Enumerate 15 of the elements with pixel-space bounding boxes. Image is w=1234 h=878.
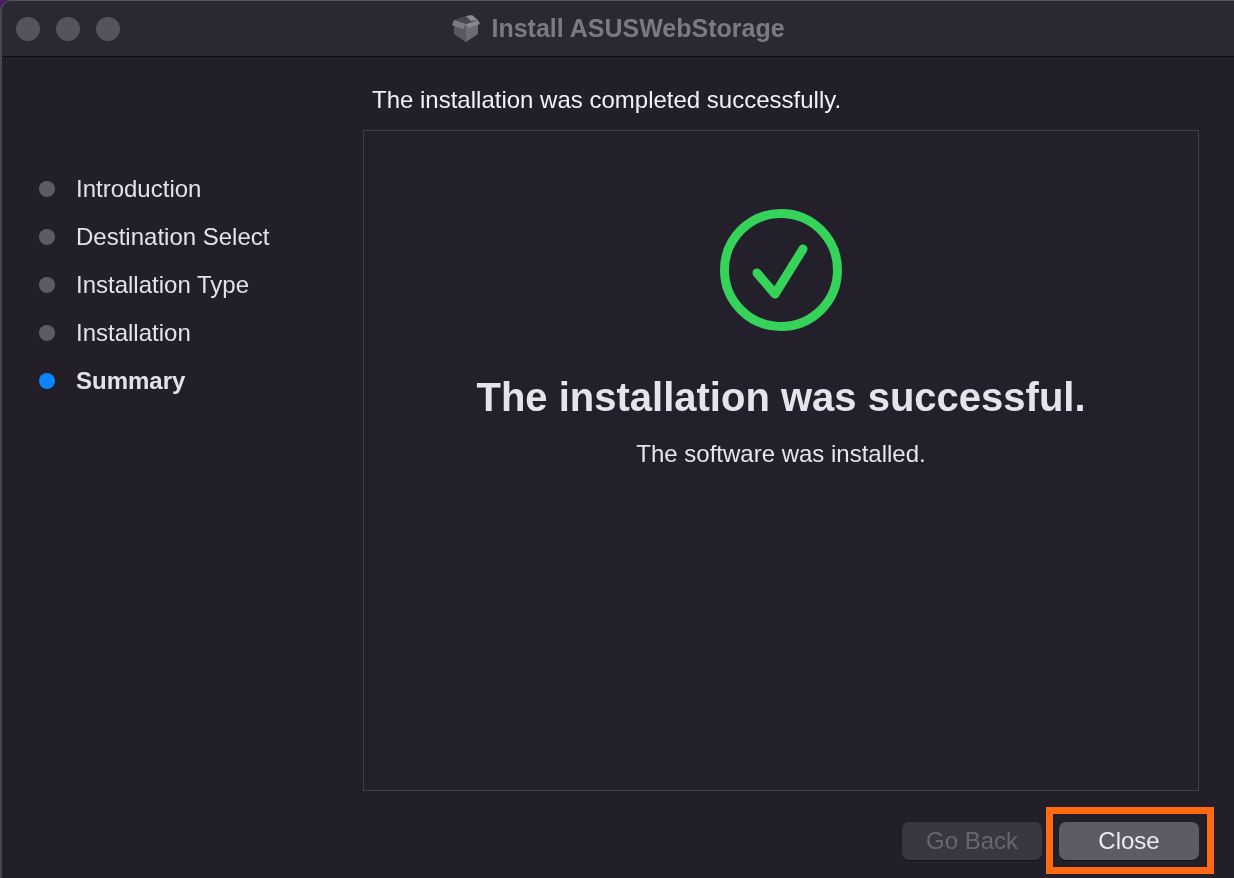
result-message: The software was installed. [636, 439, 926, 469]
box-icon [451, 14, 482, 43]
step-label: Destination Select [76, 223, 270, 251]
zoom-window-icon[interactable] [96, 16, 120, 41]
close-button[interactable]: Close [1059, 822, 1199, 860]
minimize-window-icon[interactable] [56, 16, 80, 41]
step-label: Introduction [76, 175, 202, 203]
close-window-icon[interactable] [16, 16, 40, 41]
check-circle-icon [720, 209, 842, 331]
window-title: Install ASUSWebStorage [491, 14, 785, 43]
step-label: Summary [76, 367, 186, 395]
step-label: Installation Type [76, 271, 249, 299]
header-text: The installation was completed successfully. [371, 85, 843, 115]
result-title: The installation was successful. [476, 374, 1086, 421]
step-label: Installation [76, 319, 191, 347]
